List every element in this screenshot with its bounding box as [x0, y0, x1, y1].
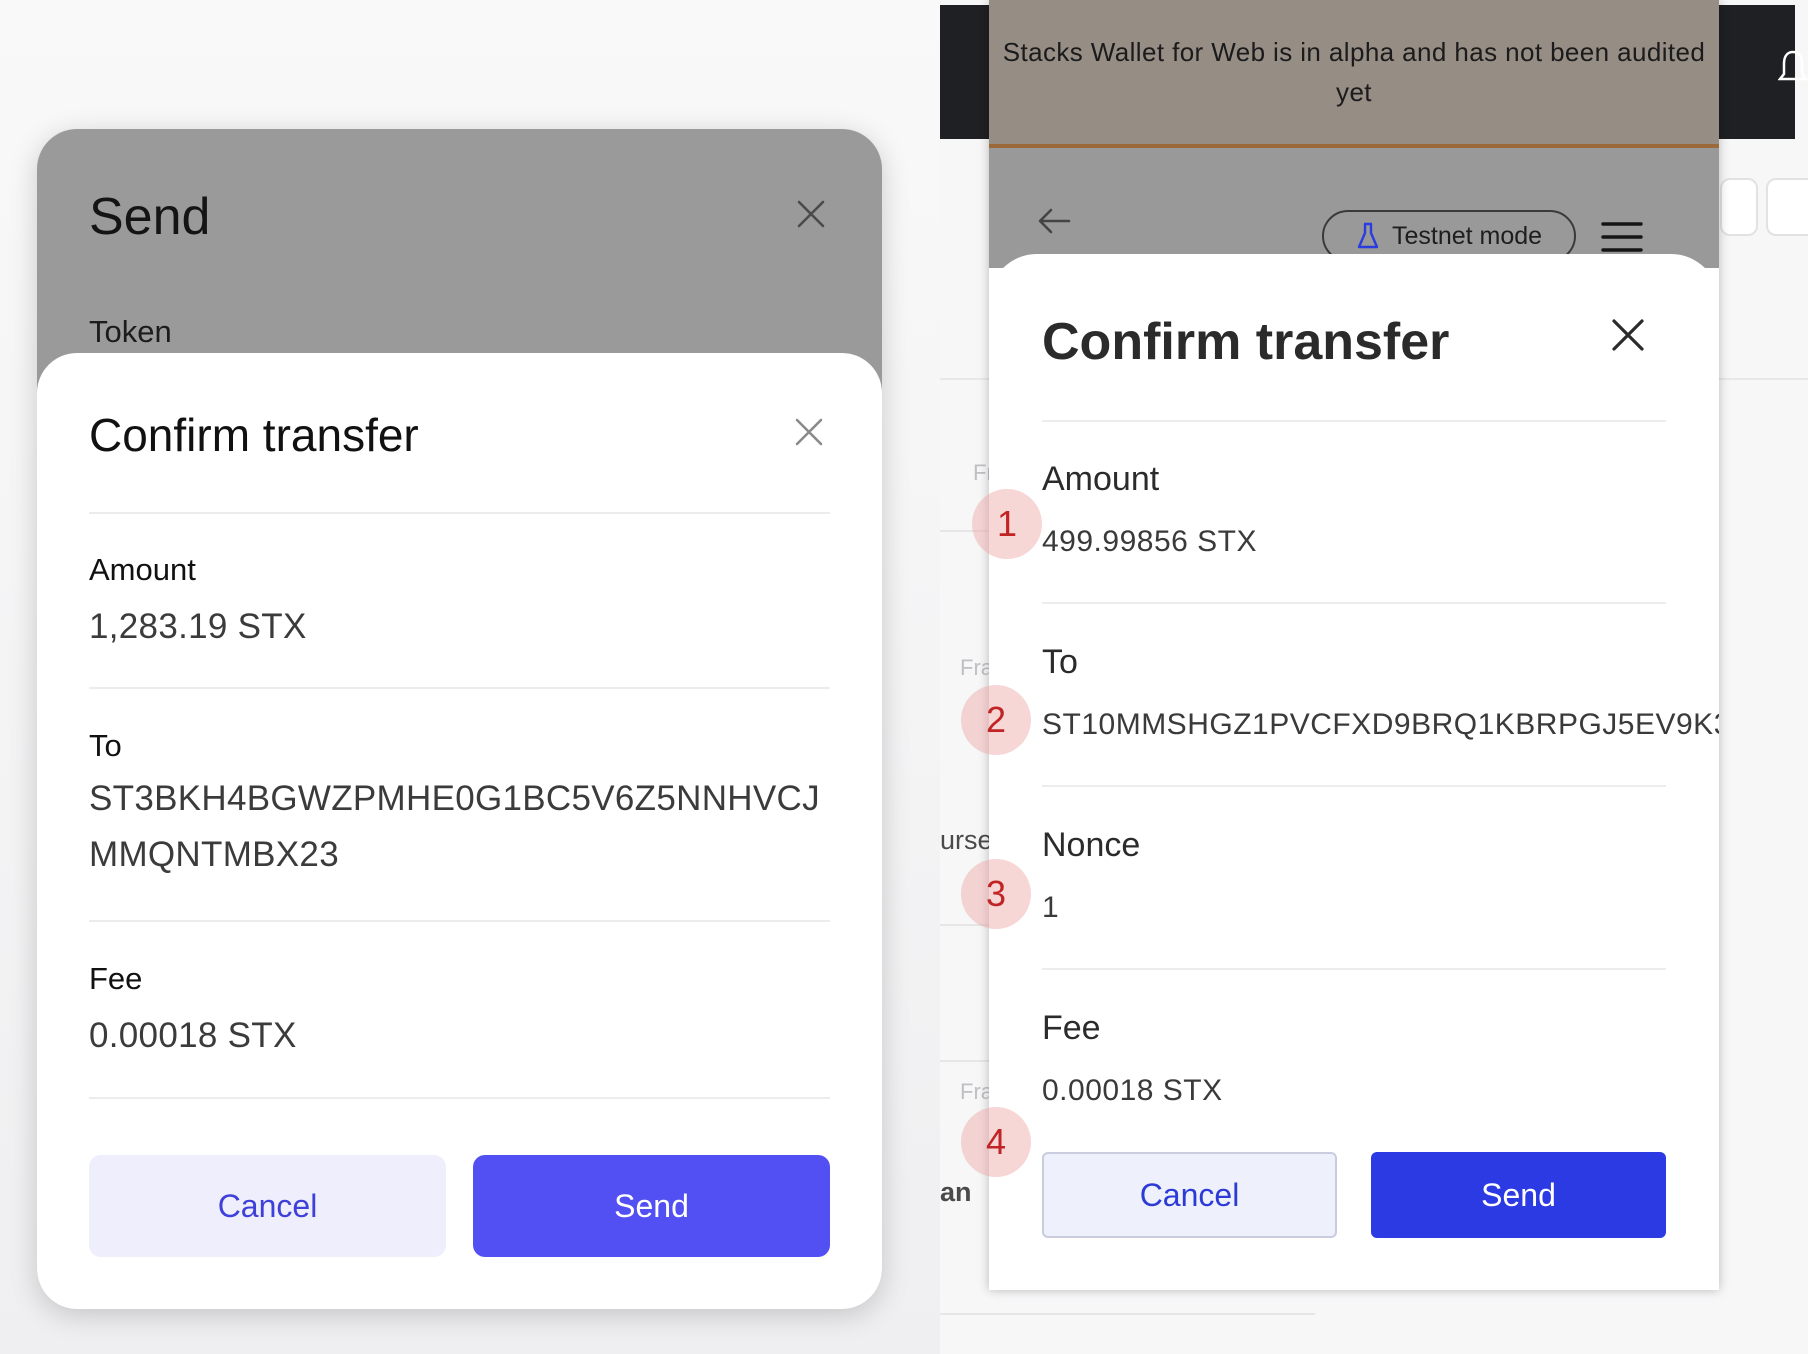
send-button[interactable]: Send [1371, 1152, 1666, 1238]
background-button [1720, 178, 1758, 236]
cancel-button[interactable]: Cancel [1042, 1152, 1337, 1238]
wallet-header: Testnet mode [989, 148, 1719, 268]
background-button [1766, 178, 1808, 236]
close-icon[interactable] [1611, 318, 1645, 352]
wallet-popup: Stacks Wallet for Web is in alpha and ha… [989, 0, 1719, 1290]
testnet-mode-label: Testnet mode [1392, 221, 1543, 250]
fee-label: Fee [1042, 1009, 1101, 1047]
annotation-marker: 1 [972, 489, 1042, 559]
divider [89, 920, 830, 922]
send-dialog-title: Send [89, 188, 211, 246]
nonce-label: Nonce [1042, 826, 1141, 864]
amount-value: 499.99856 STX [1042, 525, 1257, 558]
fee-value: 0.00018 STX [89, 1016, 297, 1055]
close-icon[interactable] [794, 417, 824, 447]
fee-value: 0.00018 STX [1042, 1074, 1223, 1107]
annotation-marker: 3 [961, 859, 1031, 929]
to-label: To [89, 728, 122, 763]
to-label: To [1042, 643, 1078, 681]
amount-value: 1,283.19 STX [89, 607, 307, 646]
divider [1042, 968, 1666, 970]
amount-label: Amount [1042, 460, 1160, 498]
divider [89, 687, 830, 689]
send-button[interactable]: Send [473, 1155, 830, 1257]
recipient-address: ST10MMSHGZ1PVCFXD9BRQ1KBRPGJ5EV9K3C [1042, 708, 1719, 741]
token-label: Token [89, 314, 172, 349]
recipient-address: ST3BKH4BGWZPMHE0G1BC5V6Z5NNHVCJMMQNTMBX2… [89, 779, 820, 874]
flask-icon [1357, 222, 1379, 249]
confirm-transfer-title: Confirm transfer [1042, 313, 1450, 371]
background-text: an [940, 1177, 972, 1207]
divider [1042, 785, 1666, 787]
back-arrow-icon[interactable] [1037, 206, 1071, 236]
annotation-marker: 2 [961, 685, 1031, 755]
amount-label: Amount [89, 552, 196, 587]
nonce-value: 1 [1042, 891, 1060, 924]
fee-label: Fee [89, 961, 143, 996]
divider [1042, 602, 1666, 604]
bell-icon[interactable] [1778, 48, 1808, 88]
alpha-warning-banner: Stacks Wallet for Web is in alpha and ha… [989, 0, 1719, 148]
confirm-transfer-sheet: Confirm transfer Amount 1,283.19 STX To … [37, 353, 882, 1309]
divider [89, 512, 830, 514]
close-icon[interactable] [796, 199, 826, 229]
divider [89, 1097, 830, 1099]
confirm-transfer-title: Confirm transfer [89, 409, 419, 461]
annotation-marker: 4 [961, 1107, 1031, 1177]
divider [1042, 420, 1666, 422]
menu-icon[interactable] [1601, 220, 1643, 254]
confirm-transfer-sheet: Confirm transfer Amount 499.99856 STX To… [989, 254, 1719, 1290]
divider [940, 1313, 1315, 1315]
cancel-button[interactable]: Cancel [89, 1155, 446, 1257]
